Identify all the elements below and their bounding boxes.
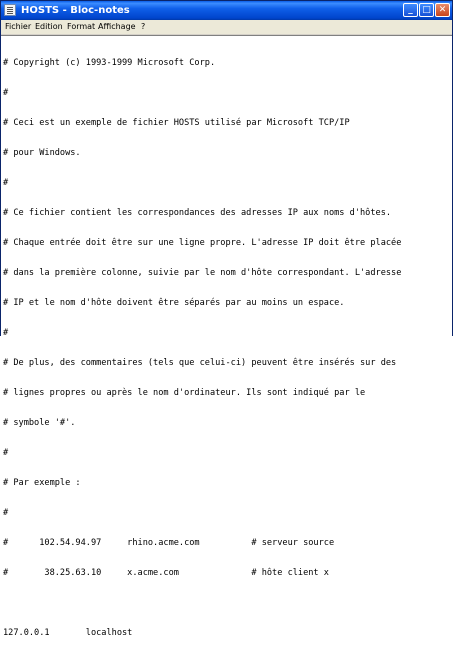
text-line: # IP et le nom d'hôte doivent être sépar… bbox=[3, 298, 345, 308]
text-line: # Chaque entrée doit être sur une ligne … bbox=[3, 238, 402, 248]
text-line: # dans la première colonne, suivie par l… bbox=[3, 268, 402, 278]
text-line: # Copyright (c) 1993-1999 Microsoft Corp… bbox=[3, 58, 216, 68]
text-line: # 102.54.94.97 rhino.acme.com # serveur … bbox=[3, 538, 335, 548]
text-editor[interactable]: # Copyright (c) 1993-1999 Microsoft Corp… bbox=[1, 35, 452, 638]
minimize-button[interactable]: _ bbox=[403, 3, 418, 17]
text-line: # bbox=[3, 328, 9, 338]
text-line: # Ceci est un exemple de fichier HOSTS u… bbox=[3, 118, 350, 128]
notepad-window: HOSTS - Bloc-notes _ □ ✕ Fichier Edition… bbox=[0, 0, 453, 638]
text-line: # Par exemple : bbox=[3, 478, 81, 488]
file-content[interactable]: # Copyright (c) 1993-1999 Microsoft Corp… bbox=[3, 38, 448, 658]
maximize-button[interactable]: □ bbox=[419, 3, 434, 17]
text-line: # pour Windows. bbox=[3, 148, 81, 158]
text-line: # lignes propres ou après le nom d'ordin… bbox=[3, 388, 366, 398]
text-line: 127.0.0.1 localhost bbox=[3, 628, 133, 638]
text-line: # Ce fichier contient les correspondance… bbox=[3, 208, 392, 218]
text-line: # 38.25.63.10 x.acme.com # hôte client x bbox=[3, 568, 329, 578]
menu-fichier[interactable]: Fichier bbox=[5, 21, 31, 33]
text-line: # bbox=[3, 88, 9, 98]
close-button[interactable]: ✕ bbox=[435, 3, 450, 17]
text-line: # bbox=[3, 508, 9, 518]
menu-affichage[interactable]: Affichage bbox=[98, 21, 136, 33]
text-line: # bbox=[3, 178, 9, 188]
notepad-icon[interactable] bbox=[4, 4, 16, 16]
text-line bbox=[3, 598, 448, 608]
text-line: # symbole '#'. bbox=[3, 418, 76, 428]
menu-edition[interactable]: Edition bbox=[35, 21, 63, 33]
window-title: HOSTS - Bloc-notes bbox=[21, 5, 130, 16]
menu-help[interactable]: ? bbox=[141, 21, 145, 33]
text-line: # De plus, des commentaires (tels que ce… bbox=[3, 358, 397, 368]
menu-format[interactable]: Format bbox=[67, 21, 95, 33]
title-bar[interactable]: HOSTS - Bloc-notes _ □ ✕ bbox=[1, 1, 452, 20]
text-line: # bbox=[3, 448, 9, 458]
menu-bar: Fichier Edition Format Affichage ? bbox=[1, 20, 452, 35]
